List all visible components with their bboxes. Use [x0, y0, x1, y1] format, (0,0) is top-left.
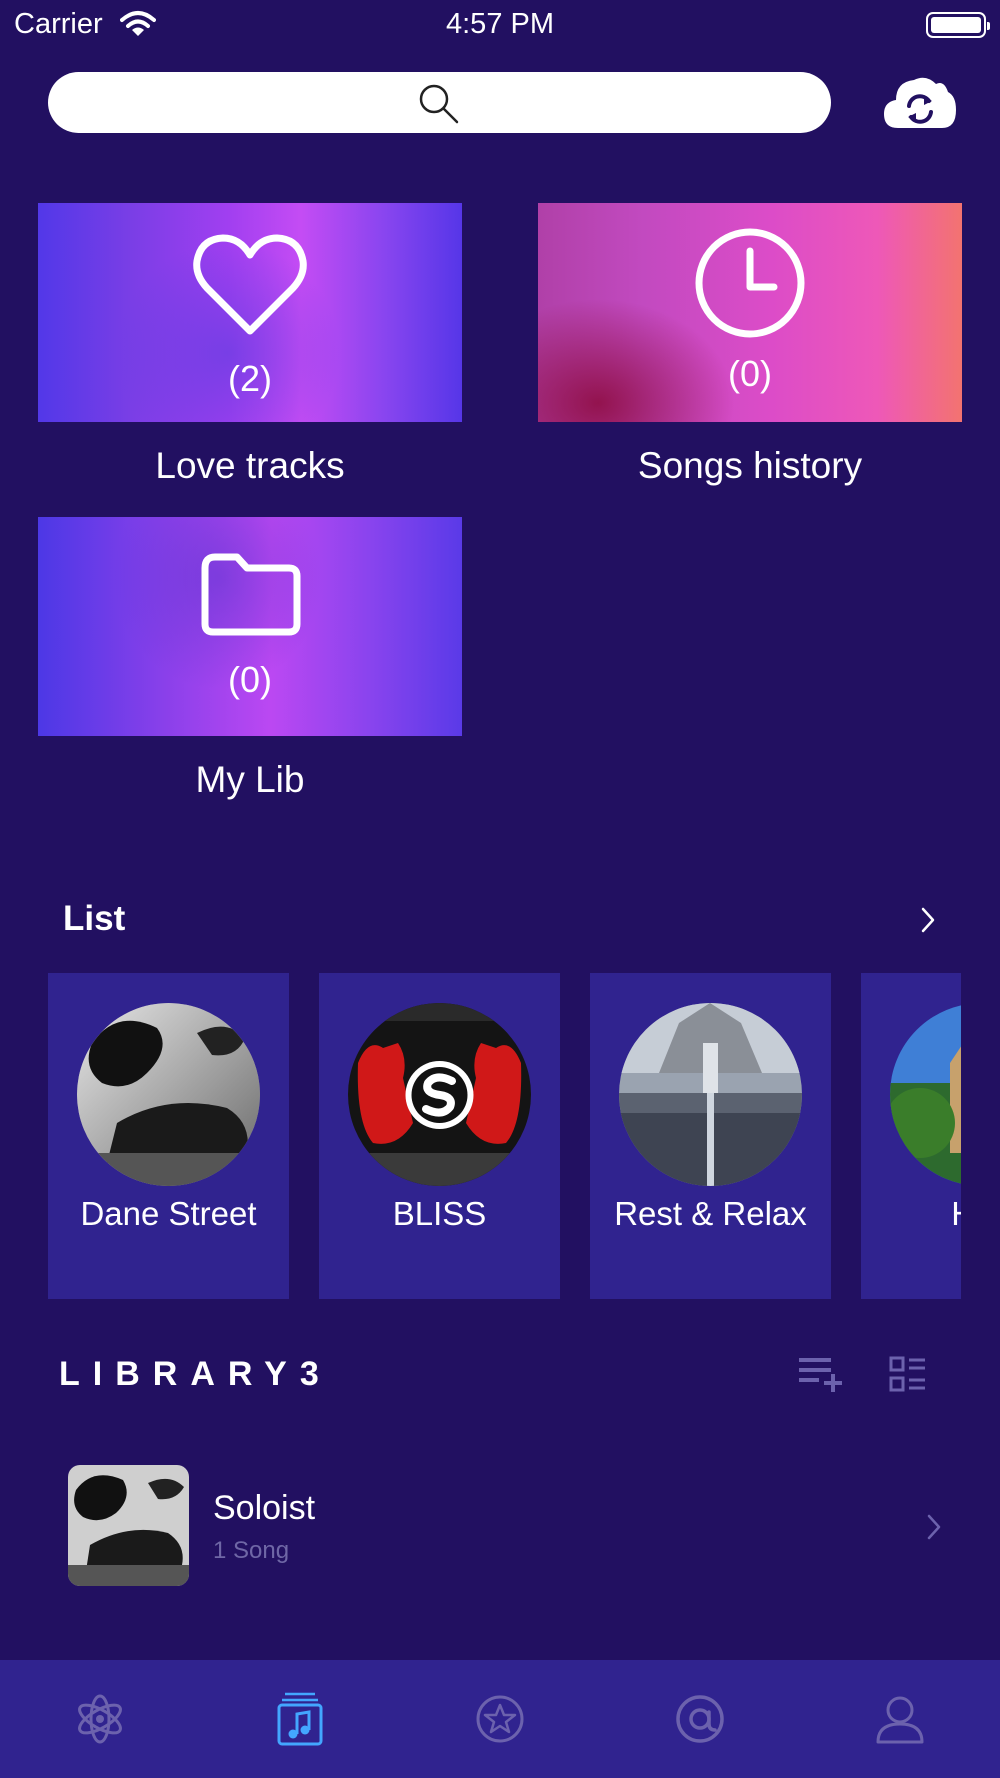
songs-history-title: Songs history — [637, 445, 863, 486]
folder-icon — [201, 553, 301, 636]
playlist-name: BLISS — [392, 1195, 487, 1232]
playlist-card-rest-relax[interactable]: Rest & Relax — [590, 973, 831, 1299]
profile-icon — [876, 1696, 924, 1744]
library-row[interactable]: Soloist 1 Song — [0, 1445, 1000, 1605]
music-note-icon — [277, 1692, 323, 1746]
status-bar: Carrier 4:57 PM — [0, 0, 1000, 50]
heart-icon — [193, 234, 307, 335]
cloud-sync-icon[interactable] — [882, 70, 958, 132]
my-lib-title: My Lib — [195, 759, 305, 800]
tab-profile[interactable] — [800, 1660, 1000, 1778]
playlist-name: Hap — [861, 1195, 961, 1233]
tab-library[interactable] — [200, 1660, 400, 1778]
playlist-artwork — [619, 1003, 802, 1186]
love-tracks-title: Love tracks — [155, 445, 345, 486]
songs-history-card[interactable]: (0) — [538, 203, 962, 422]
playlist-card-hap[interactable]: Hap — [861, 973, 961, 1299]
library-item-subtitle: 1 Song — [213, 1537, 290, 1564]
my-lib-count: (0) — [228, 659, 272, 700]
tab-bar — [0, 1660, 1000, 1778]
status-time: 4:57 PM — [446, 8, 554, 40]
list-view-icon[interactable] — [889, 1356, 927, 1392]
list-section-title: List — [63, 899, 126, 938]
playlist-artwork — [348, 1003, 531, 1186]
clock-icon — [695, 228, 805, 338]
at-sign-icon — [676, 1695, 724, 1743]
tab-favorites[interactable] — [400, 1660, 600, 1778]
playlist-artwork — [890, 1003, 961, 1186]
playlist-card-dane-street[interactable]: Dane Street — [48, 973, 289, 1299]
playlist-artwork — [77, 1003, 260, 1186]
search-icon — [419, 84, 459, 124]
playlist-name: Dane Street — [80, 1195, 257, 1232]
chevron-right-icon — [927, 1514, 941, 1540]
love-tracks-count: (2) — [228, 358, 272, 399]
tab-mentions[interactable] — [600, 1660, 800, 1778]
my-lib-card[interactable]: (0) — [38, 517, 462, 736]
playlist-name: Rest & Relax — [614, 1195, 807, 1232]
album-thumbnail — [68, 1465, 189, 1586]
library-title: LIBRARY3 — [59, 1355, 332, 1393]
playlist-add-icon[interactable] — [797, 1356, 845, 1392]
playlist-carousel[interactable]: Dane Street BLISS Rest & Relax — [48, 973, 961, 1299]
library-item-title: Soloist — [213, 1489, 316, 1527]
tab-discover[interactable] — [0, 1660, 200, 1778]
playlist-card-bliss[interactable]: BLISS — [319, 973, 560, 1299]
chevron-right-icon[interactable] — [920, 906, 936, 934]
battery-icon — [926, 12, 990, 38]
love-tracks-card[interactable]: (2) — [38, 203, 462, 422]
atom-icon — [78, 1694, 122, 1744]
star-icon — [476, 1695, 524, 1743]
songs-history-count: (0) — [728, 353, 772, 394]
